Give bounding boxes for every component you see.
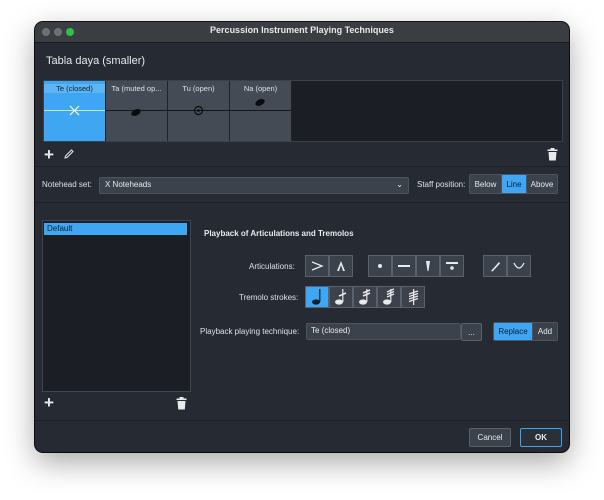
staff-position-label: Staff position: <box>417 180 466 189</box>
articulations-group-3 <box>483 255 531 277</box>
technique-te-closed[interactable]: Te (closed) <box>44 81 106 141</box>
technique-label: Na (open) <box>243 84 278 93</box>
staff-position-segmented: Below Line Above <box>469 174 558 194</box>
tremolo-three-strokes-icon[interactable] <box>377 286 401 308</box>
tenuto-articulation-icon[interactable] <box>392 255 416 277</box>
playback-technique-field[interactable]: Te (closed) <box>306 323 461 340</box>
playback-sets-list: Default <box>42 220 191 392</box>
filled-notehead-icon <box>131 109 141 116</box>
tremolo-two-strokes-icon[interactable] <box>353 286 377 308</box>
notehead-set-value: X Noteheads <box>105 180 152 189</box>
stress-articulation-icon[interactable] <box>483 255 507 277</box>
title-bar: Percussion Instrument Playing Techniques <box>35 22 569 43</box>
technique-na-open[interactable]: Na (open) <box>230 81 292 141</box>
marcato-articulation-icon[interactable] <box>329 255 353 277</box>
choose-technique-button[interactable]: ... <box>461 323 482 341</box>
filled-notehead-icon <box>255 99 265 106</box>
staccato-articulation-icon[interactable] <box>368 255 392 277</box>
delete-technique-button[interactable] <box>547 148 558 161</box>
add-set-button[interactable]: + <box>44 394 54 411</box>
tremolo-four-strokes-icon[interactable] <box>401 286 425 308</box>
technique-label: Tu (open) <box>182 84 215 93</box>
accent-articulation-icon[interactable] <box>305 255 329 277</box>
tremolo-one-stroke-icon[interactable] <box>329 286 353 308</box>
technique-strip: Te (closed) Ta (muted op... Tu (open) Na… <box>43 80 563 142</box>
tremolo-strokes-label: Tremolo strokes: <box>239 293 299 302</box>
divider <box>35 166 569 167</box>
chevron-down-icon: ⌄ <box>396 180 403 189</box>
add-button[interactable]: Add <box>533 323 557 340</box>
playback-heading: Playback of Articulations and Tremolos <box>204 229 354 238</box>
edit-technique-button[interactable] <box>63 148 75 160</box>
replace-button[interactable]: Replace <box>494 323 533 340</box>
technique-label: Te (closed) <box>44 84 105 93</box>
notehead-set-select[interactable]: X Noteheads ⌄ <box>99 177 409 194</box>
x-notehead-icon <box>69 105 80 116</box>
notehead-set-label: Notehead set: <box>42 180 92 189</box>
articulations-group-1 <box>305 255 353 277</box>
staff-position-below[interactable]: Below <box>470 175 502 193</box>
playback-technique-value: Te (closed) <box>311 326 351 335</box>
ok-button[interactable]: OK <box>520 428 562 447</box>
staff-line <box>230 110 291 111</box>
staccatissimo-articulation-icon[interactable] <box>416 255 440 277</box>
staff-position-above[interactable]: Above <box>527 175 557 193</box>
delete-set-button[interactable] <box>176 397 187 410</box>
playback-technique-label: Playback playing technique: <box>200 327 300 336</box>
unstress-articulation-icon[interactable] <box>507 255 531 277</box>
dialog-window: Percussion Instrument Playing Techniques… <box>35 22 569 452</box>
circled-dot-notehead-icon <box>193 105 204 116</box>
window-title: Percussion Instrument Playing Techniques <box>210 25 394 35</box>
add-technique-button[interactable]: + <box>44 146 54 163</box>
cancel-button[interactable]: Cancel <box>469 428 511 447</box>
tremolo-strokes-group <box>305 286 425 308</box>
divider <box>35 420 569 421</box>
technique-ta-muted[interactable]: Ta (muted op... <box>106 81 168 141</box>
instrument-name: Tabla daya (smaller) <box>46 55 146 67</box>
articulations-group-2 <box>368 255 464 277</box>
replace-add-segmented: Replace Add <box>493 322 558 341</box>
staff-position-line[interactable]: Line <box>502 175 527 193</box>
divider <box>35 202 569 203</box>
technique-tu-open[interactable]: Tu (open) <box>168 81 230 141</box>
list-item[interactable]: Default <box>44 223 187 235</box>
articulations-label: Articulations: <box>249 262 295 271</box>
quarter-note-icon[interactable] <box>305 286 329 308</box>
technique-label: Ta (muted op... <box>111 84 162 93</box>
tenuto-staccato-articulation-icon[interactable] <box>440 255 464 277</box>
